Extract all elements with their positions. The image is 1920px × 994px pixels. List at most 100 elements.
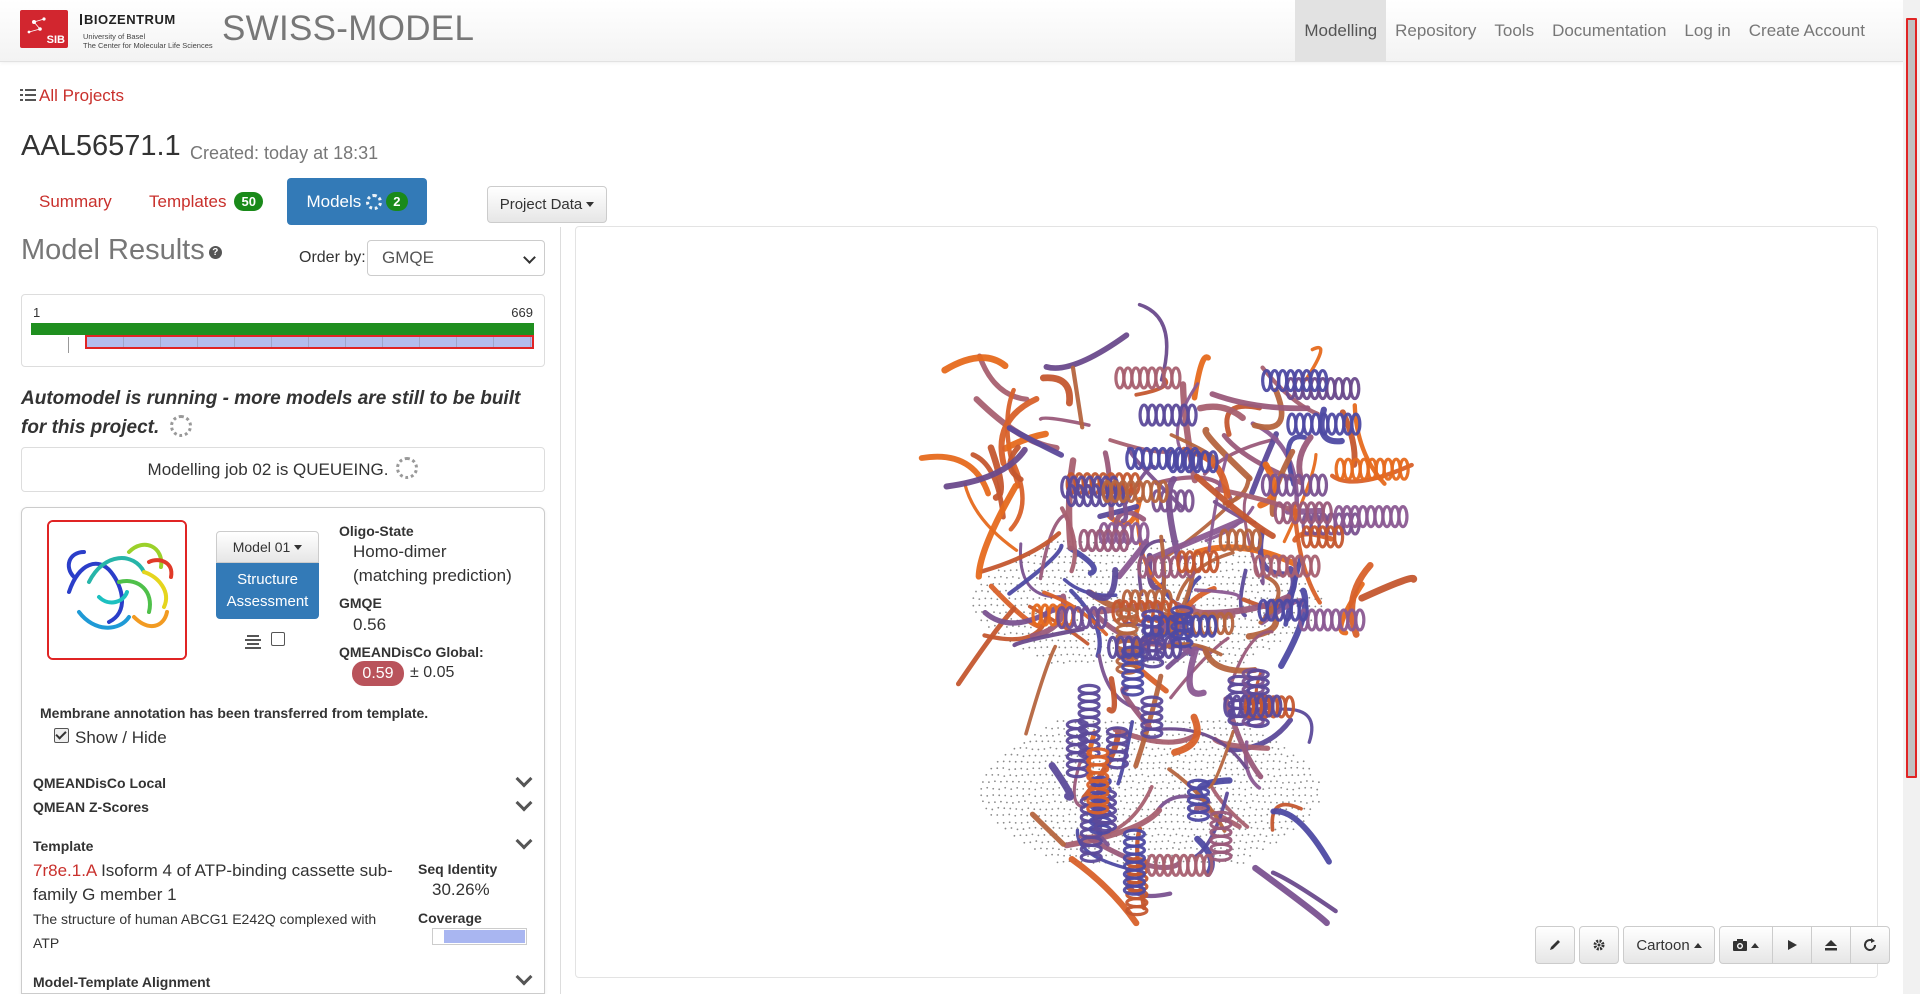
refresh-icon xyxy=(1864,938,1877,951)
nav-create-account[interactable]: Create Account xyxy=(1740,0,1874,61)
caret-up-icon xyxy=(1751,942,1759,948)
project-data-label: Project Data xyxy=(499,196,583,213)
coverage-tick xyxy=(68,337,69,353)
section-template[interactable]: Template xyxy=(33,838,93,854)
reset-view-button[interactable] xyxy=(1850,926,1890,964)
column-divider xyxy=(560,227,561,994)
gmqe-label: GMQE xyxy=(339,595,382,611)
all-projects-link[interactable]: All Projects xyxy=(20,86,124,107)
eject-button[interactable] xyxy=(1811,926,1851,964)
protein-structure-render[interactable] xyxy=(576,227,1877,977)
model-card: Model 01 Structure Assessment Oligo-Stat… xyxy=(21,507,545,994)
section-qmean-z-scores[interactable]: QMEAN Z-Scores xyxy=(33,799,149,815)
model-results-title: Model Results xyxy=(21,234,205,266)
top-navbar: SIB BIOZENTRUM University of Basel The C… xyxy=(0,0,1903,62)
structure-viewer[interactable] xyxy=(575,226,1878,978)
chevron-down-icon[interactable] xyxy=(515,794,533,812)
project-title: AAL56571.1 xyxy=(21,130,181,162)
nav-tools[interactable]: Tools xyxy=(1485,0,1543,61)
template-description: The structure of human ABCG1 E242Q compl… xyxy=(33,911,377,951)
tab-summary[interactable]: Summary xyxy=(26,178,125,225)
nav-modelling[interactable]: Modelling xyxy=(1295,0,1387,61)
pencil-button[interactable] xyxy=(1535,926,1575,964)
brand-swiss-model[interactable]: SWISS-MODEL xyxy=(222,9,474,49)
section-model-template-alignment[interactable]: Model-Template Alignment xyxy=(33,974,210,990)
chevron-down-icon[interactable] xyxy=(515,832,533,850)
settings-button[interactable] xyxy=(1579,926,1619,964)
coverage-label: Coverage xyxy=(418,910,482,926)
project-data-button[interactable]: Project Data xyxy=(487,186,607,223)
sib-logo[interactable]: SIB xyxy=(20,10,68,48)
chevron-down-icon[interactable] xyxy=(515,968,533,986)
models-count-badge: 2 xyxy=(386,192,408,211)
caret-down-icon xyxy=(586,202,595,207)
queue-status: Modelling job 02 is QUEUEING. xyxy=(21,447,545,492)
template-id-link[interactable]: 7r8e.1.A xyxy=(33,861,96,880)
loading-spinner-icon xyxy=(396,457,419,479)
qmean-global-error: ± 0.05 xyxy=(410,664,455,681)
biozentrum-logo[interactable]: BIOZENTRUM University of Basel The Cente… xyxy=(80,12,213,50)
template-title: 7r8e.1.A Isoform 4 of ATP-binding casset… xyxy=(33,859,403,907)
oligo-state-note: (matching prediction) xyxy=(353,566,512,585)
scrollbar-thumb[interactable] xyxy=(1906,18,1917,778)
all-projects-label: All Projects xyxy=(39,86,125,105)
tab-summary-label: Summary xyxy=(39,191,112,211)
section-qmean-local[interactable]: QMEANDisCo Local xyxy=(33,775,166,791)
coverage-start: 1 xyxy=(33,305,41,320)
template-coverage-bar[interactable] xyxy=(85,335,534,349)
viewer-toolbar: Cartoon xyxy=(1531,926,1890,964)
align-center-icon[interactable] xyxy=(245,633,261,651)
project-created: Created: today at 18:31 xyxy=(190,143,379,163)
loading-spinner-icon xyxy=(169,415,192,437)
coverage-overview: 1 669 xyxy=(21,294,545,367)
caret-down-icon xyxy=(294,544,303,550)
show-hide-checkbox[interactable] xyxy=(54,728,69,743)
main-nav: Modelling Repository Tools Documentation… xyxy=(1295,0,1874,61)
chevron-down-icon xyxy=(523,251,536,264)
biozentrum-title: BIOZENTRUM xyxy=(80,12,213,27)
structure-assessment-button[interactable]: Structure Assessment xyxy=(216,563,319,619)
model-select-label: Model 01 xyxy=(232,539,291,555)
model-compare-checkbox[interactable] xyxy=(271,632,285,646)
nav-repository[interactable]: Repository xyxy=(1386,0,1485,61)
automodel-text: Automodel is running - more models are s… xyxy=(21,388,521,438)
screenshot-button[interactable] xyxy=(1719,926,1773,964)
coverage-mini-fill xyxy=(444,930,525,943)
tab-templates[interactable]: Templates 50 xyxy=(136,178,276,225)
biozentrum-subtitle-university: University of Basel xyxy=(83,32,146,41)
seq-identity-value: 30.26% xyxy=(432,880,490,899)
templates-count-badge: 50 xyxy=(234,192,263,211)
automodel-message: Automodel is running - more models are s… xyxy=(21,384,541,442)
coverage-end: 669 xyxy=(511,305,533,320)
membrane-note: Membrane annotation has been transferred… xyxy=(40,705,429,721)
play-button[interactable] xyxy=(1772,926,1812,964)
biozentrum-subtitle-center: The Center for Molecular Life Sciences xyxy=(83,41,213,50)
seq-identity-label: Seq Identity xyxy=(418,861,498,877)
caret-up-icon xyxy=(1693,942,1702,948)
nav-documentation[interactable]: Documentation xyxy=(1543,0,1675,61)
representation-label: Cartoon xyxy=(1636,936,1690,954)
membrane-toggle[interactable]: Show / Hide xyxy=(54,728,167,748)
model-thumbnail[interactable] xyxy=(47,520,187,660)
oligo-state-value: Homo-dimer xyxy=(353,542,447,561)
loading-spinner-icon xyxy=(366,193,383,210)
qmean-global-badge: 0.59 xyxy=(352,661,404,686)
gmqe-value: 0.56 xyxy=(353,615,387,634)
order-by-value: GMQE xyxy=(382,248,434,267)
tab-models-label: Models xyxy=(306,191,362,211)
order-by-select[interactable]: GMQE xyxy=(367,240,545,276)
sib-logo-text: SIB xyxy=(46,34,65,46)
model-results-heading: Model Results? xyxy=(21,234,222,267)
eject-icon xyxy=(1825,940,1837,951)
model-select-dropdown[interactable]: Model 01 xyxy=(216,531,319,563)
camera-icon xyxy=(1733,939,1747,951)
page-scrollbar[interactable] xyxy=(1903,0,1920,994)
nav-log-in[interactable]: Log in xyxy=(1675,0,1739,61)
representation-dropdown[interactable]: Cartoon xyxy=(1623,926,1715,964)
list-icon xyxy=(20,87,37,107)
help-icon[interactable]: ? xyxy=(208,246,222,259)
gear-icon xyxy=(1593,939,1605,951)
queue-status-text: Modelling job 02 is QUEUEING. xyxy=(147,460,389,479)
chevron-down-icon[interactable] xyxy=(515,770,533,788)
tab-models[interactable]: Models 2 xyxy=(287,178,427,225)
